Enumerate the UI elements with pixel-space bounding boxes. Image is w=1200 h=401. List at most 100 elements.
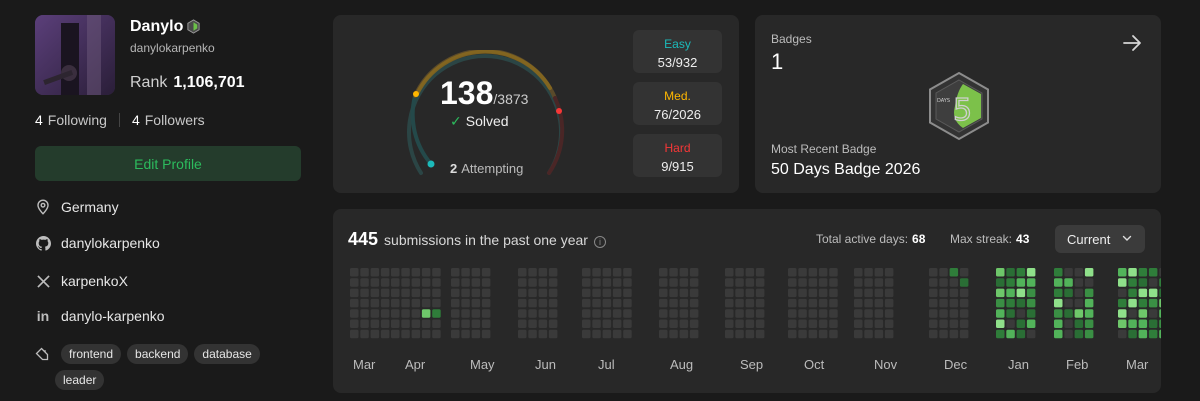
calendar-day-cell[interactable] <box>370 288 380 298</box>
edit-profile-button[interactable]: Edit Profile <box>35 146 301 181</box>
calendar-day-cell[interactable] <box>1159 268 1161 277</box>
calendar-day-cell[interactable] <box>1148 329 1158 339</box>
calendar-day-cell[interactable] <box>1118 329 1127 339</box>
skill-tag[interactable]: frontend <box>61 344 122 364</box>
calendar-day-cell[interactable] <box>548 278 558 287</box>
calendar-day-cell[interactable] <box>829 309 838 318</box>
calendar-day-cell[interactable] <box>1148 319 1158 329</box>
calendar-day-cell[interactable] <box>929 298 938 308</box>
calendar-day-cell[interactable] <box>959 288 969 298</box>
calendar-day-cell[interactable] <box>401 319 410 329</box>
calendar-day-cell[interactable] <box>401 309 410 318</box>
calendar-day-cell[interactable] <box>1054 319 1063 329</box>
calendar-day-cell[interactable] <box>1138 288 1148 298</box>
calendar-day-cell[interactable] <box>725 298 734 308</box>
calendar-day-cell[interactable] <box>1159 278 1161 287</box>
calendar-day-cell[interactable] <box>788 278 797 287</box>
calendar-day-cell[interactable] <box>451 329 460 339</box>
calendar-day-cell[interactable] <box>528 288 537 298</box>
calendar-day-cell[interactable] <box>380 298 390 308</box>
calendar-day-cell[interactable] <box>689 319 699 329</box>
calendar-day-cell[interactable] <box>808 309 818 318</box>
calendar-day-cell[interactable] <box>949 278 959 287</box>
calendar-day-cell[interactable] <box>929 268 938 277</box>
calendar-day-cell[interactable] <box>380 268 390 277</box>
calendar-day-cell[interactable] <box>481 319 491 329</box>
calendar-day-cell[interactable] <box>360 309 369 318</box>
calendar-day-cell[interactable] <box>939 298 948 308</box>
calendar-day-cell[interactable] <box>1138 329 1148 339</box>
calendar-day-cell[interactable] <box>669 309 678 318</box>
calendar-day-cell[interactable] <box>689 309 699 318</box>
calendar-day-cell[interactable] <box>854 329 863 339</box>
calendar-day-cell[interactable] <box>471 309 481 318</box>
calendar-day-cell[interactable] <box>623 298 632 308</box>
calendar-day-cell[interactable] <box>788 329 797 339</box>
calendar-day-cell[interactable] <box>1006 298 1015 308</box>
calendar-day-cell[interactable] <box>864 309 873 318</box>
calendar-day-cell[interactable] <box>1006 319 1015 329</box>
50-days-badge-icon[interactable]: 5 DAYS <box>923 70 995 142</box>
calendar-day-cell[interactable] <box>818 278 828 287</box>
calendar-day-cell[interactable] <box>481 278 491 287</box>
calendar-day-cell[interactable] <box>1074 268 1084 277</box>
calendar-day-cell[interactable] <box>788 298 797 308</box>
calendar-day-cell[interactable] <box>874 268 884 277</box>
calendar-day-cell[interactable] <box>451 288 460 298</box>
calendar-day-cell[interactable] <box>829 298 838 308</box>
calendar-day-cell[interactable] <box>592 298 601 308</box>
calendar-day-cell[interactable] <box>1128 329 1137 339</box>
calendar-day-cell[interactable] <box>1159 329 1161 339</box>
calendar-day-cell[interactable] <box>679 309 689 318</box>
calendar-day-cell[interactable] <box>528 309 537 318</box>
calendar-day-cell[interactable] <box>798 298 807 308</box>
calendar-day-cell[interactable] <box>538 278 548 287</box>
calendar-day-cell[interactable] <box>659 319 668 329</box>
calendar-day-cell[interactable] <box>735 298 744 308</box>
calendar-day-cell[interactable] <box>1006 288 1015 298</box>
calendar-day-cell[interactable] <box>939 309 948 318</box>
calendar-day-cell[interactable] <box>689 329 699 339</box>
calendar-day-cell[interactable] <box>959 268 969 277</box>
calendar-day-cell[interactable] <box>411 329 421 339</box>
calendar-day-cell[interactable] <box>659 298 668 308</box>
calendar-day-cell[interactable] <box>582 278 591 287</box>
calendar-day-cell[interactable] <box>939 319 948 329</box>
calendar-day-cell[interactable] <box>592 268 601 277</box>
calendar-day-cell[interactable] <box>1016 298 1026 308</box>
calendar-day-cell[interactable] <box>391 309 400 318</box>
calendar-day-cell[interactable] <box>1084 329 1094 339</box>
calendar-day-cell[interactable] <box>755 278 765 287</box>
calendar-day-cell[interactable] <box>1118 309 1127 318</box>
calendar-day-cell[interactable] <box>1074 319 1084 329</box>
calendar-day-cell[interactable] <box>548 329 558 339</box>
calendar-day-cell[interactable] <box>864 298 873 308</box>
calendar-day-cell[interactable] <box>350 329 359 339</box>
calendar-day-cell[interactable] <box>884 309 894 318</box>
calendar-day-cell[interactable] <box>548 298 558 308</box>
calendar-day-cell[interactable] <box>1054 268 1063 277</box>
calendar-day-cell[interactable] <box>471 278 481 287</box>
calendar-day-cell[interactable] <box>949 298 959 308</box>
calendar-day-cell[interactable] <box>884 288 894 298</box>
calendar-day-cell[interactable] <box>451 268 460 277</box>
calendar-day-cell[interactable] <box>421 278 431 287</box>
calendar-day-cell[interactable] <box>829 329 838 339</box>
calendar-day-cell[interactable] <box>380 288 390 298</box>
calendar-day-cell[interactable] <box>350 268 359 277</box>
calendar-day-cell[interactable] <box>1138 278 1148 287</box>
calendar-day-cell[interactable] <box>1016 319 1026 329</box>
calendar-day-cell[interactable] <box>1074 298 1084 308</box>
calendar-day-cell[interactable] <box>612 309 622 318</box>
calendar-day-cell[interactable] <box>538 298 548 308</box>
calendar-day-cell[interactable] <box>1148 278 1158 287</box>
calendar-day-cell[interactable] <box>623 288 632 298</box>
calendar-day-cell[interactable] <box>864 329 873 339</box>
calendar-day-cell[interactable] <box>350 309 359 318</box>
calendar-day-cell[interactable] <box>808 329 818 339</box>
calendar-day-cell[interactable] <box>679 329 689 339</box>
calendar-day-cell[interactable] <box>854 319 863 329</box>
calendar-day-cell[interactable] <box>360 278 369 287</box>
calendar-day-cell[interactable] <box>538 329 548 339</box>
calendar-day-cell[interactable] <box>679 298 689 308</box>
